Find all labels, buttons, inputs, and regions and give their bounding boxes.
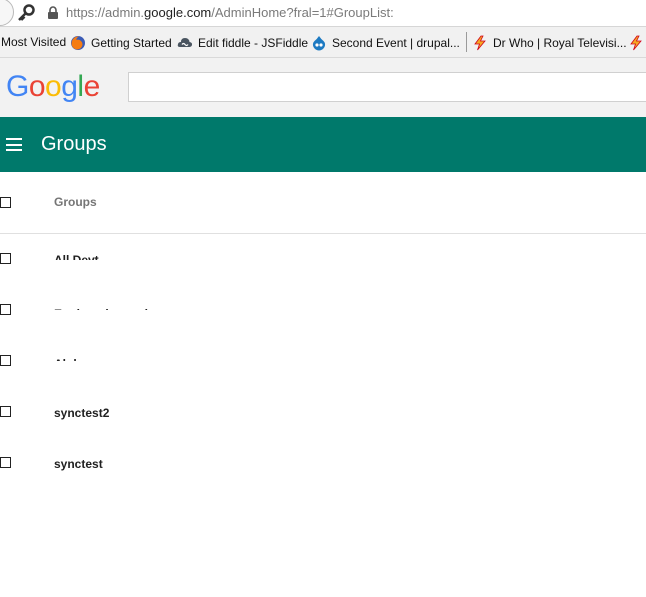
list-item[interactable]: synctest [0, 438, 646, 489]
group-name[interactable]: synctest2 [54, 406, 109, 420]
list-item[interactable]: synctest2 [0, 387, 646, 438]
url-text[interactable]: https://admin.google.com/AdminHome?fral=… [66, 5, 394, 20]
jsfiddle-icon [177, 38, 193, 47]
row-checkbox[interactable] [0, 304, 11, 315]
bookmark-dr-who[interactable]: Dr Who | Royal Televisi... [472, 35, 627, 51]
group-name[interactable]: Alpha [54, 357, 87, 361]
bookmarks-bar: Most Visited Getting Started Edit fiddle… [0, 27, 646, 58]
bookmark-getting-started[interactable]: Getting Started [70, 35, 172, 51]
app-bar: Groups [0, 117, 646, 172]
drupal-icon [312, 36, 326, 51]
key-icon[interactable] [16, 3, 36, 23]
firefox-icon [71, 36, 85, 50]
bookmark-drupal[interactable]: Second Event | drupal... [311, 35, 460, 51]
list-item[interactable]: Engineering and more ops [0, 285, 646, 336]
select-all-checkbox[interactable] [0, 197, 11, 208]
page-title: Groups [41, 133, 107, 155]
bookmark-jsfiddle[interactable]: Edit fiddle - JSFiddle [177, 35, 308, 51]
list-item[interactable]: Alpha [0, 336, 646, 387]
address-bar: https://admin.google.com/AdminHome?fral=… [0, 0, 646, 27]
bookmark-most-visited[interactable]: Most Visited [1, 35, 66, 49]
list-header: Groups [0, 172, 646, 234]
bolt-icon [630, 35, 642, 51]
row-checkbox[interactable] [0, 355, 11, 366]
google-header: Google [0, 58, 646, 117]
back-button[interactable] [0, 0, 14, 26]
bookmark-overflow[interactable] [628, 35, 644, 51]
group-name[interactable]: All Devt [54, 253, 99, 260]
row-checkbox[interactable] [0, 457, 11, 468]
menu-icon[interactable] [6, 138, 22, 151]
google-logo[interactable]: Google [6, 70, 100, 104]
bookmark-separator [466, 32, 467, 52]
row-checkbox[interactable] [0, 253, 11, 264]
list-item[interactable]: All Devt [0, 234, 646, 285]
search-input[interactable] [128, 72, 646, 102]
column-header-groups[interactable]: Groups [54, 195, 97, 209]
group-name[interactable]: Engineering and more ops [54, 307, 205, 310]
bolt-icon [474, 35, 486, 51]
group-name[interactable]: synctest [54, 457, 103, 471]
lock-icon[interactable] [47, 6, 59, 19]
row-checkbox[interactable] [0, 406, 11, 417]
